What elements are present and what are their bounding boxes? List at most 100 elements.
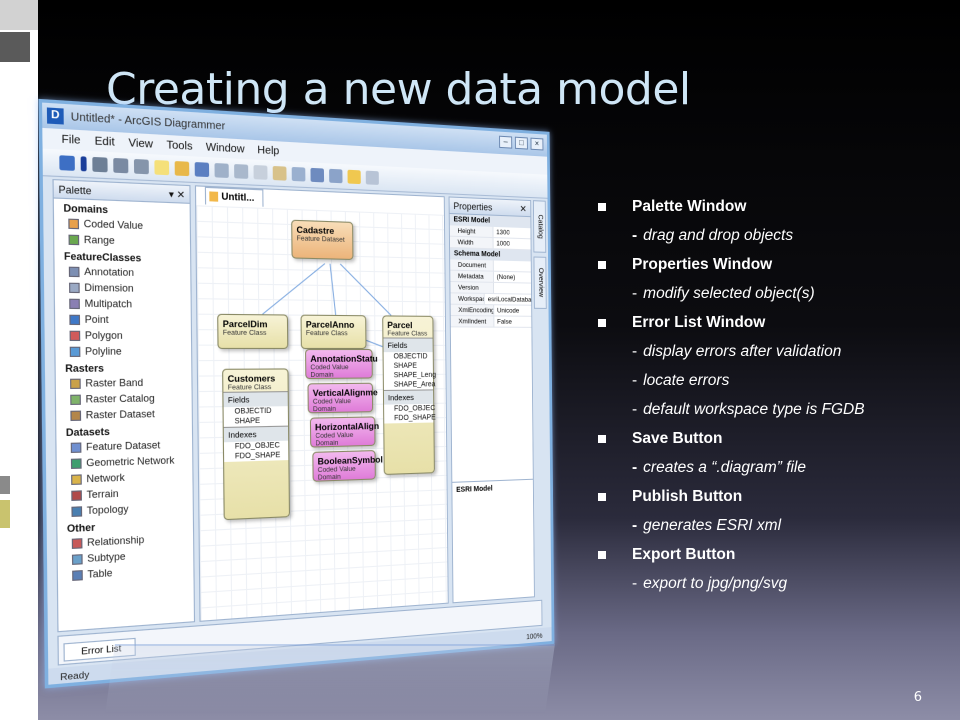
palette-item[interactable]: Multipatch	[55, 295, 191, 312]
parceldim-node[interactable]: ParcelDim Feature Class	[217, 313, 289, 349]
palette-item-label: Raster Band	[85, 377, 144, 389]
property-key: Width	[449, 236, 494, 249]
menu-tools[interactable]: Tools	[166, 139, 192, 153]
property-value[interactable]: 1300	[493, 227, 510, 238]
palette-item[interactable]: Raster Band	[56, 374, 192, 391]
palette-item-icon	[69, 314, 81, 325]
page-number: 6	[913, 690, 922, 705]
menu-view[interactable]: View	[128, 137, 153, 151]
error-icon[interactable]	[80, 156, 87, 172]
palette-item-label: Raster Catalog	[85, 392, 155, 405]
property-key: Metadata	[450, 270, 494, 282]
domain-node[interactable]: HorizontalAlign Coded Value Domain	[309, 416, 379, 448]
palette-item-label: Terrain	[86, 487, 119, 501]
bullet-subitem: - default workspace type is FGDB	[598, 395, 948, 424]
link-icon[interactable]	[365, 170, 379, 185]
pin-close-icon[interactable]: ✕	[520, 201, 527, 217]
field-row: SHAPE_Leng	[383, 370, 436, 381]
domain-node[interactable]: BooleanSymbol Coded Value Domain	[312, 450, 383, 482]
document-tab[interactable]: Untitl...	[204, 186, 264, 207]
bullet-subitem: - modify selected object(s)	[598, 279, 948, 308]
bullet-square-icon	[598, 434, 606, 443]
menu-edit[interactable]: Edit	[95, 135, 115, 149]
property-row[interactable]: XmlEncoding Unicode	[450, 304, 532, 317]
screenshot-frame: D Untitled* - ArcGIS Diagrammer – □ × Fi…	[38, 98, 555, 689]
parcel-node[interactable]: Parcel Feature Class Fields OBJECTID SHA…	[382, 315, 436, 476]
node-title: Customers	[227, 372, 276, 385]
save-icon[interactable]	[194, 162, 210, 178]
palette-item-icon	[69, 282, 80, 293]
arrange-icon[interactable]	[133, 158, 149, 175]
node-subtitle: Coded Value Domain	[317, 465, 356, 482]
property-value[interactable]	[494, 283, 497, 293]
copy-icon[interactable]	[234, 164, 249, 179]
bullet-heading: Publish Button	[598, 482, 948, 511]
properties-header: Properties ✕	[449, 197, 531, 218]
bullet-dash: -	[632, 459, 638, 476]
property-description: ESRI Model	[452, 478, 534, 499]
property-row[interactable]: XmlIndent False	[450, 316, 532, 328]
palette-category: Rasters	[65, 362, 105, 375]
overview-tab[interactable]: Overview	[533, 256, 547, 309]
bullet-square-icon	[598, 550, 606, 559]
indexes-section: Indexes	[223, 425, 289, 443]
menu-window[interactable]: Window	[206, 141, 245, 155]
app-window: D Untitled* - ArcGIS Diagrammer – □ × Fi…	[38, 98, 555, 689]
parcelanno-node[interactable]: ParcelAnno Feature Class	[300, 314, 367, 349]
property-value[interactable]	[494, 260, 497, 270]
catalog-tab[interactable]: Catalog	[532, 200, 547, 253]
cadastre-node[interactable]: Cadastre Feature Dataset	[291, 219, 354, 261]
index-row: FDO_SHAPE	[384, 413, 436, 424]
palette-panel: Palette ▾ ✕ Domains Coded Value Range Featu…	[52, 179, 196, 633]
close-button[interactable]: ×	[530, 137, 544, 151]
new-icon[interactable]	[154, 160, 170, 176]
property-value[interactable]: 1000	[494, 238, 510, 249]
palette-item[interactable]: Point	[55, 311, 191, 328]
palette-item[interactable]: Dimension	[55, 279, 191, 297]
open-icon[interactable]	[174, 161, 190, 177]
pointer-icon[interactable]	[347, 169, 361, 185]
palette-item-icon	[71, 473, 82, 485]
node-subtitle: Coded Value Domain	[312, 397, 351, 414]
index-row: FDO_SHAPE	[224, 450, 289, 463]
bullet-square-icon	[598, 260, 606, 269]
cut-icon[interactable]	[253, 164, 268, 180]
bullet-square-icon	[598, 202, 606, 211]
menu-help[interactable]: Help	[257, 144, 279, 157]
palette-item[interactable]: Polygon	[55, 327, 191, 343]
redo-icon[interactable]	[329, 168, 343, 184]
validate-icon[interactable]	[59, 155, 75, 171]
menu-file[interactable]: File	[61, 133, 80, 147]
bullet-heading: Palette Window	[598, 192, 948, 221]
node-subtitle: Feature Class	[222, 329, 267, 338]
maximize-button[interactable]: □	[514, 136, 528, 150]
palette-item-icon	[68, 234, 80, 245]
property-value[interactable]: (None)	[494, 272, 516, 283]
bullet-dash: -	[632, 343, 638, 360]
property-value[interactable]: Unicode	[494, 305, 519, 315]
palette-item-label: Annotation	[84, 265, 135, 279]
node-subtitle: Coded Value Domain	[315, 431, 354, 448]
bullet-subitem: - export to jpg/png/svg	[598, 569, 948, 598]
property-value[interactable]: esriLocalDatabaseWo	[485, 294, 531, 305]
property-value[interactable]: False	[494, 316, 512, 326]
undo-icon[interactable]	[310, 167, 325, 183]
print-icon[interactable]	[214, 163, 229, 178]
bullet-dash: -	[632, 227, 638, 244]
palette-item-icon	[69, 298, 80, 309]
customers-node[interactable]: Customers Feature Class Fields OBJECTID …	[222, 368, 290, 521]
paste-icon[interactable]	[272, 165, 287, 181]
left-accent-strip	[0, 0, 38, 720]
diagram-canvas[interactable]: Cadastre Feature Dataset ParcelDim Featu…	[196, 205, 448, 621]
layout-icon[interactable]	[113, 157, 129, 174]
diagram-document: Untitl... Cadastre Feature Dataset Parce…	[194, 185, 449, 622]
delete-icon[interactable]	[291, 166, 306, 182]
minimize-button[interactable]: –	[499, 135, 513, 149]
domain-node[interactable]: VerticalAlignme Coded Value Domain	[307, 382, 378, 414]
domain-node[interactable]: AnnotationStatu Coded Value Domain	[305, 348, 378, 380]
palette-item[interactable]: Polyline	[55, 343, 191, 359]
pin-close-icon[interactable]: ▾ ✕	[169, 185, 185, 203]
network-icon[interactable]	[92, 156, 108, 173]
node-subtitle: Feature Dataset	[296, 234, 345, 244]
bullet-subitem-text: locate errors	[643, 372, 730, 389]
